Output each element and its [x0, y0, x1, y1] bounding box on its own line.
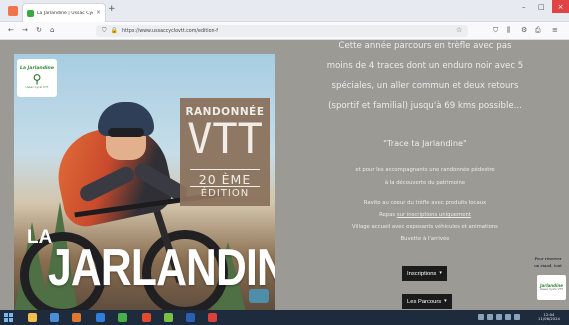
sidebar-logo[interactable]: Jarlandine Ussac Cyclo VTT — [537, 275, 566, 300]
maximize-icon[interactable]: □ — [538, 4, 545, 11]
back-icon[interactable]: ← — [8, 27, 14, 34]
info-line: Buvette à l'arrivée — [400, 236, 450, 242]
info-line-prefix: Repas — [379, 212, 397, 218]
inscriptions-dropdown-button[interactable]: Inscriptions ▾ — [402, 266, 447, 281]
tab-favicon-icon — [27, 9, 34, 17]
url-text[interactable]: https://www.ussaccyclovtt.com/edition-f — [122, 29, 218, 34]
caret-down-icon: ▾ — [439, 270, 442, 276]
tab-la-jarlandine[interactable]: La Jarlandine | Ussac Cyclo VE × — [22, 3, 106, 22]
edition-word: ÉDITION — [200, 188, 250, 199]
logo-subtitle: Ussac Cyclo VTT — [25, 84, 49, 89]
parcours-dropdown-button[interactable]: Les Parcours ▾ — [402, 294, 452, 309]
address-bar[interactable]: ⛉ 🔒 https://www.ussaccyclovtt.com/editio… — [96, 25, 468, 37]
windows-logo-icon — [9, 313, 13, 317]
tab-close-icon[interactable]: × — [96, 10, 101, 16]
pocket-icon[interactable]: ⛉ — [493, 27, 498, 34]
edition-divider — [190, 186, 260, 187]
stand-note: Pour réserver — [534, 256, 562, 261]
parcours-label: Les Parcours — [407, 298, 442, 305]
file-explorer-icon[interactable] — [28, 313, 37, 322]
library-icon[interactable]: ⫼ — [507, 27, 510, 34]
tray-icon[interactable] — [487, 314, 493, 320]
taskbar-app-icon[interactable] — [164, 313, 173, 322]
edition-panel: RANDONNÉE VTT 20 ÈME ÉDITION — [180, 98, 270, 206]
bicycle-icon: ⚲ — [32, 71, 42, 86]
taskbar-app-icon[interactable] — [50, 313, 59, 322]
stand-note: un stand, tout — [534, 263, 562, 268]
browser-menu-icon[interactable] — [8, 6, 18, 16]
inscriptions-label: Inscriptions — [407, 270, 437, 277]
screen: La Jarlandine | Ussac Cyclo VE × + – □ ×… — [0, 0, 569, 325]
bookmark-star-icon[interactable]: ☆ — [456, 27, 462, 34]
reload-icon[interactable]: ↻ — [36, 27, 42, 34]
slogan: "Trace ta Jarlandine" — [383, 138, 467, 148]
windows-logo-icon — [9, 318, 13, 322]
event-poster: La Jarlandine ⚲ Ussac Cyclo VTT RANDONNÉ… — [14, 54, 275, 310]
shield-icon[interactable]: ⛉ — [102, 28, 107, 34]
menu-icon[interactable]: ≡ — [552, 27, 558, 34]
poster-title-jarlandine: JARLANDINE — [48, 239, 275, 297]
browser-tab-strip: La Jarlandine | Ussac Cyclo VE × + – □ × — [0, 0, 569, 22]
intro-line: moins de 4 traces dont un enduro noir av… — [326, 61, 524, 71]
taskbar-app-icon[interactable] — [118, 313, 127, 322]
lock-icon[interactable]: 🔒 — [111, 28, 118, 34]
tray-icon[interactable] — [478, 314, 484, 320]
sidebar-logo-subtitle: Ussac Cyclo VTT — [540, 286, 563, 291]
firefox-icon[interactable] — [142, 313, 151, 322]
forward-icon[interactable]: → — [22, 27, 28, 34]
minimize-icon[interactable]: – — [522, 4, 526, 11]
intro-line: spéciales, un aller commun et deux retou… — [331, 81, 519, 91]
home-icon[interactable]: ⌂ — [50, 27, 54, 34]
windows-logo-icon — [4, 318, 8, 322]
rider-goggles — [108, 128, 144, 137]
extensions-icon[interactable]: ⚙ — [521, 27, 527, 34]
taskbar-app-icon[interactable] — [208, 313, 217, 322]
internet-explorer-icon[interactable] — [96, 313, 105, 322]
tab-title: La Jarlandine | Ussac Cyclo VE — [37, 10, 93, 16]
edition-divider — [190, 169, 260, 170]
account-icon[interactable]: ⎙ — [535, 27, 541, 34]
info-line: Village accueil avec exposants véhicules… — [352, 224, 498, 230]
taskbar-app-icon[interactable] — [72, 313, 81, 322]
new-tab-icon[interactable]: + — [108, 5, 116, 14]
close-window-button[interactable]: × — [552, 0, 569, 13]
vtt-label: VTT — [187, 114, 263, 163]
intro-line: (sportif et familial) jusqu'à 69 kms pos… — [328, 101, 522, 111]
caret-down-icon: ▾ — [444, 298, 447, 304]
walk-line: à la découverte du patrimoine — [384, 180, 466, 186]
browser-nav-bar: ← → ↻ ⌂ ⛉ 🔒 https://www.ussaccyclovtt.co… — [0, 22, 569, 40]
windows-logo-icon — [4, 313, 8, 317]
taskbar: 12:04 11/06/2024 — [0, 310, 569, 325]
sponsor-logo — [249, 289, 269, 303]
clock[interactable]: 12:04 11/06/2024 — [534, 312, 564, 322]
start-button[interactable] — [4, 313, 14, 322]
page-content: La Jarlandine ⚲ Ussac Cyclo VTT RANDONNÉ… — [0, 40, 569, 310]
info-line: Repas sur inscriptions uniquement — [294, 212, 556, 218]
info-line: Ravito au coeur du trèfle avec produits … — [363, 200, 487, 206]
inscriptions-link[interactable]: sur inscriptions uniquement — [397, 212, 471, 218]
network-icon[interactable] — [496, 314, 502, 320]
club-logo: La Jarlandine ⚲ Ussac Cyclo VTT — [17, 59, 57, 97]
clock-date: 11/06/2024 — [538, 316, 560, 322]
walk-line: et pour les accompagnants une randonnée … — [355, 167, 495, 173]
volume-icon[interactable] — [505, 314, 511, 320]
intro-line: Cette année parcours en trèfle avec pas — [338, 41, 512, 51]
tray-icon[interactable] — [514, 314, 520, 320]
word-icon[interactable] — [186, 313, 195, 322]
edition-number: 20 ÈME — [198, 172, 252, 187]
